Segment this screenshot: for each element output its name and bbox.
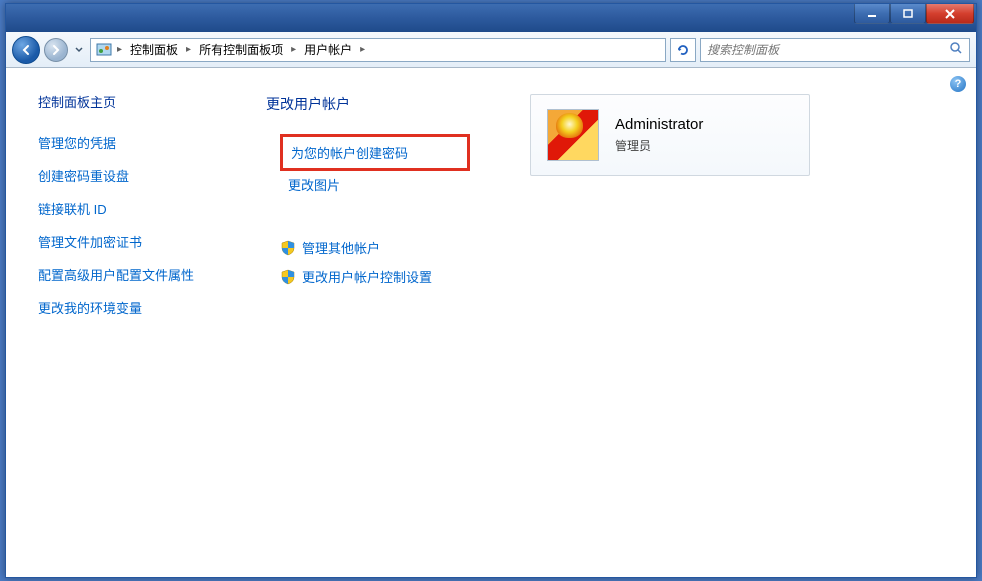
refresh-button[interactable] (670, 38, 696, 62)
breadcrumb-item[interactable]: 控制面板 (126, 39, 182, 60)
breadcrumb-separator: ▸ (358, 44, 367, 55)
sidebar-link-password-reset-disk[interactable]: 创建密码重设盘 (38, 166, 216, 185)
window-frame: ▸ 控制面板 ▸ 所有控制面板项 ▸ 用户帐户 ▸ ? 控制面板主页 管理您的凭… (5, 3, 977, 578)
action-change-picture[interactable]: 更改图片 (280, 171, 470, 198)
breadcrumb-separator: ▸ (115, 44, 124, 55)
sidebar-link-online-id[interactable]: 链接联机 ID (38, 199, 216, 218)
sidebar-title: 控制面板主页 (38, 92, 216, 111)
titlebar[interactable] (6, 4, 976, 32)
forward-button[interactable] (44, 38, 68, 62)
account-name: Administrator (615, 116, 703, 133)
search-input[interactable] (707, 43, 943, 57)
action-list: 为您的帐户创建密码 更改图片 管理其他帐户 (280, 134, 470, 286)
back-button[interactable] (12, 36, 40, 64)
account-card[interactable]: Administrator 管理员 (530, 94, 810, 176)
breadcrumb[interactable]: ▸ 控制面板 ▸ 所有控制面板项 ▸ 用户帐户 ▸ (90, 38, 666, 62)
action-create-password[interactable]: 为您的帐户创建密码 (283, 139, 467, 166)
content-area: ? 控制面板主页 管理您的凭据 创建密码重设盘 链接联机 ID 管理文件加密证书… (6, 68, 976, 577)
account-column: Administrator 管理员 (530, 94, 810, 557)
navigation-bar: ▸ 控制面板 ▸ 所有控制面板项 ▸ 用户帐户 ▸ (6, 32, 976, 68)
account-info: Administrator 管理员 (615, 116, 703, 154)
sidebar: 控制面板主页 管理您的凭据 创建密码重设盘 链接联机 ID 管理文件加密证书 配… (6, 68, 236, 577)
account-avatar (547, 109, 599, 161)
actions-column: 更改用户帐户 为您的帐户创建密码 更改图片 (266, 94, 470, 557)
sidebar-link-encryption-cert[interactable]: 管理文件加密证书 (38, 232, 216, 251)
search-box[interactable] (700, 38, 970, 62)
main-panel: 更改用户帐户 为您的帐户创建密码 更改图片 (236, 68, 976, 577)
window-controls (854, 4, 974, 24)
help-button[interactable]: ? (950, 76, 966, 92)
maximize-button[interactable] (890, 4, 926, 24)
shield-action-row: 更改用户帐户控制设置 (280, 267, 470, 286)
sidebar-link-env-vars[interactable]: 更改我的环境变量 (38, 298, 216, 317)
sidebar-link-credentials[interactable]: 管理您的凭据 (38, 133, 216, 152)
shield-action-row: 管理其他帐户 (280, 238, 470, 257)
action-manage-other-accounts[interactable]: 管理其他帐户 (302, 238, 380, 257)
close-button[interactable] (926, 4, 974, 24)
sidebar-link-profile-props[interactable]: 配置高级用户配置文件属性 (38, 265, 216, 284)
breadcrumb-item[interactable]: 用户帐户 (300, 39, 356, 60)
nav-history-dropdown[interactable] (72, 40, 86, 60)
highlight-box: 为您的帐户创建密码 (280, 134, 470, 171)
search-icon (949, 41, 963, 58)
page-title: 更改用户帐户 (266, 94, 470, 114)
minimize-button[interactable] (854, 4, 890, 24)
account-role: 管理员 (615, 137, 703, 154)
action-uac-settings[interactable]: 更改用户帐户控制设置 (302, 267, 432, 286)
control-panel-icon (95, 41, 113, 59)
shield-icon (280, 269, 296, 285)
breadcrumb-item[interactable]: 所有控制面板项 (195, 39, 287, 60)
shield-icon (280, 240, 296, 256)
breadcrumb-separator: ▸ (289, 44, 298, 55)
breadcrumb-separator: ▸ (184, 44, 193, 55)
